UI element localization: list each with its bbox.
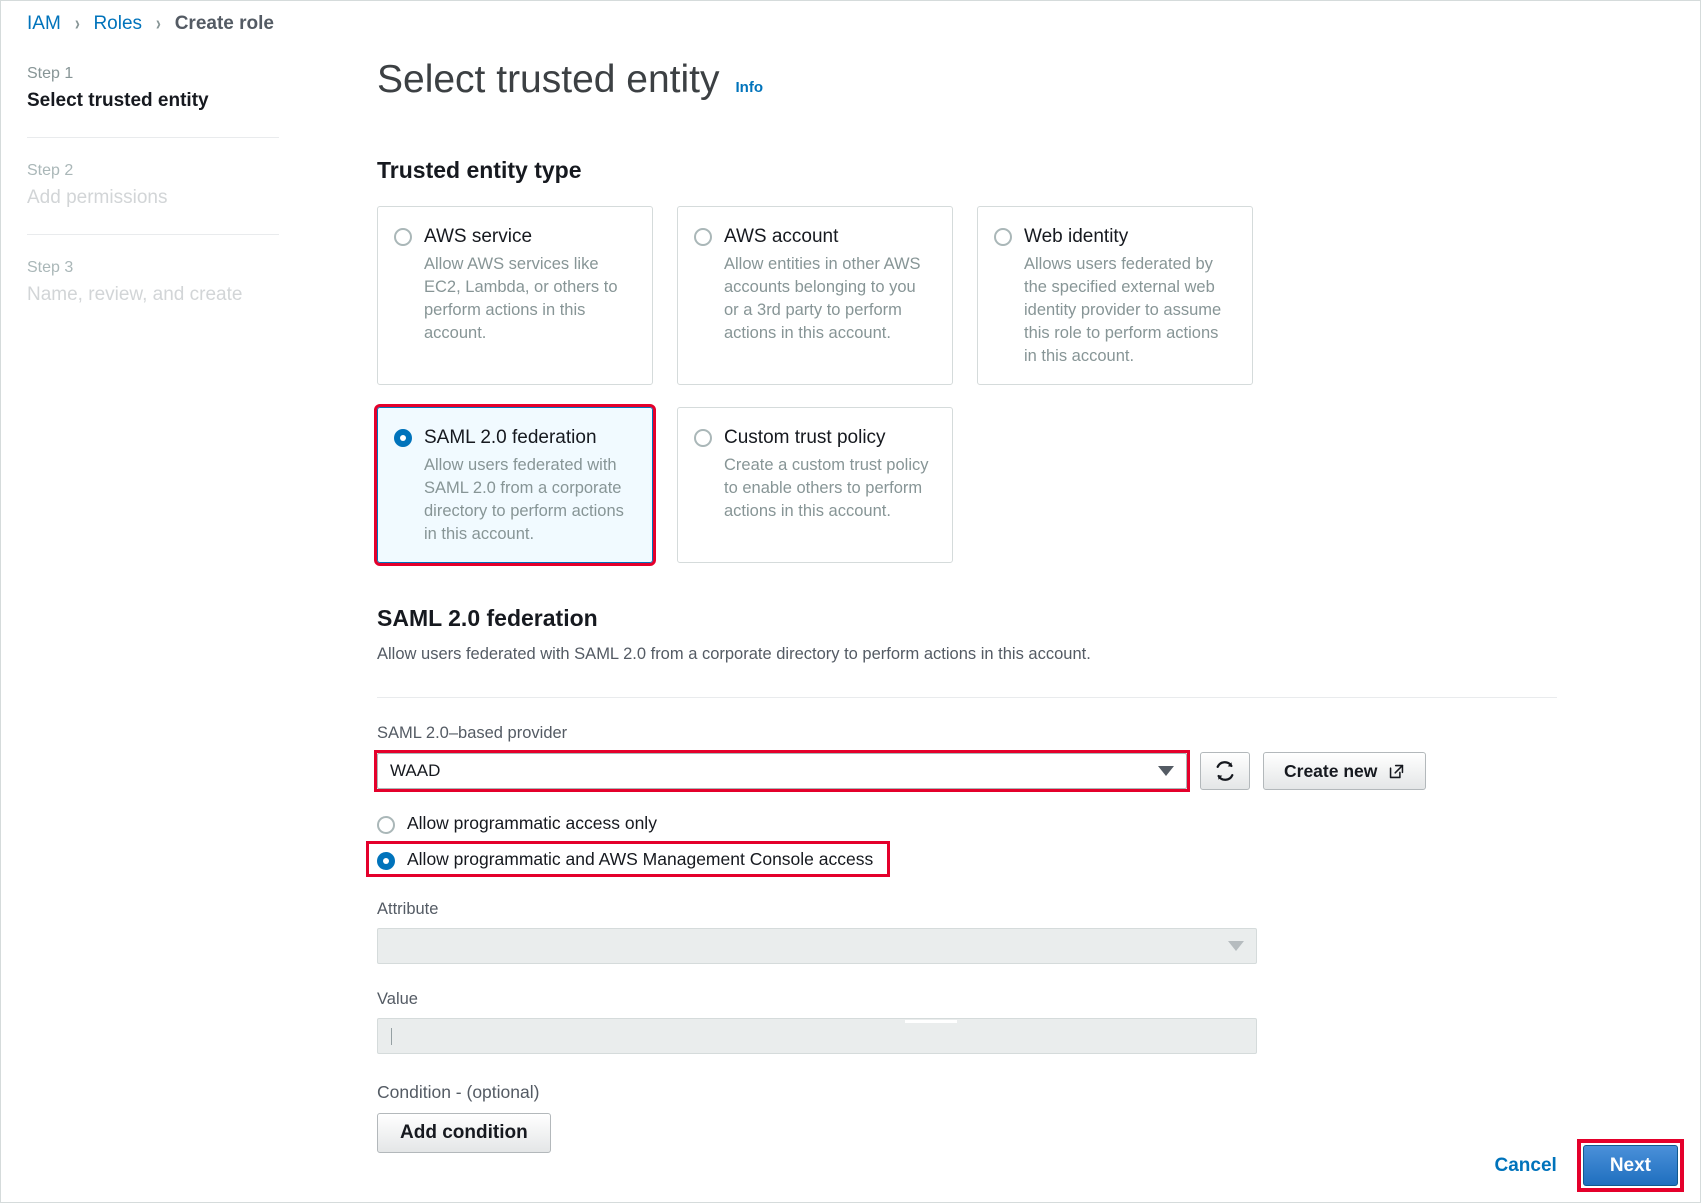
option-desc-web-identity: Allows users federated by the specified … xyxy=(1024,255,1222,365)
access-option-programmatic-only[interactable]: Allow programmatic access only xyxy=(377,808,1657,838)
condition-field-label: Condition - (optional) xyxy=(377,1082,540,1102)
sidebar-step-1[interactable]: Step 1 Select trusted entity xyxy=(27,63,279,113)
option-label-aws-service: AWS service xyxy=(424,226,533,247)
chevron-down-icon xyxy=(1228,941,1244,951)
provider-select-row: WAAD Create new xyxy=(374,750,1657,792)
option-card-custom-trust-policy[interactable]: Custom trust policy Create a custom trus… xyxy=(677,407,953,563)
steps-sidebar: Step 1 Select trusted entity Step 2 Add … xyxy=(27,63,279,307)
option-desc-aws-account: Allow entities in other AWS accounts bel… xyxy=(724,255,921,342)
input-notch xyxy=(905,1020,957,1023)
trusted-entity-cards-row-2: SAML 2.0 federation Allow users federate… xyxy=(374,404,1657,566)
step-1-title: Select trusted entity xyxy=(27,90,209,111)
wizard-footer: Cancel Next xyxy=(1491,1139,1685,1192)
add-condition-button[interactable]: Add condition xyxy=(377,1113,551,1153)
radio-aws-account[interactable] xyxy=(694,228,712,246)
create-new-provider-button[interactable]: Create new xyxy=(1263,752,1427,790)
value-input[interactable] xyxy=(377,1018,1257,1054)
saml-federation-heading: SAML 2.0 federation xyxy=(377,605,598,631)
provider-field-label: SAML 2.0–based provider xyxy=(377,724,568,742)
access-label-programmatic-only: Allow programmatic access only xyxy=(407,812,657,833)
breadcrumb-separator-icon: › xyxy=(155,13,161,35)
access-label-programmatic-and-console: Allow programmatic and AWS Management Co… xyxy=(407,848,874,869)
step-divider xyxy=(27,234,279,235)
option-card-aws-service[interactable]: AWS service Allow AWS services like EC2,… xyxy=(377,206,653,385)
section-divider xyxy=(377,697,1557,698)
step-2-title: Add permissions xyxy=(27,187,168,208)
option-desc-custom-trust-policy: Create a custom trust policy to enable o… xyxy=(724,456,929,520)
sidebar-step-3: Step 3 Name, review, and create xyxy=(27,257,279,307)
option-card-saml-federation[interactable]: SAML 2.0 federation Allow users federate… xyxy=(374,404,656,566)
access-options-group: Allow programmatic access only Allow pro… xyxy=(366,808,1657,877)
main-content: Select trusted entity Info Trusted entit… xyxy=(366,56,1657,1153)
provider-select-value: WAAD xyxy=(390,761,441,780)
breadcrumb: IAM › Roles › Create role xyxy=(27,11,274,37)
radio-saml-federation[interactable] xyxy=(394,429,412,447)
provider-select[interactable]: WAAD xyxy=(377,753,1187,789)
chevron-down-icon xyxy=(1158,766,1174,776)
radio-aws-service[interactable] xyxy=(394,228,412,246)
attribute-field-label: Attribute xyxy=(377,900,439,918)
next-button[interactable]: Next xyxy=(1582,1145,1678,1186)
step-2-number: Step 2 xyxy=(27,162,74,179)
access-option-programmatic-and-console[interactable]: Allow programmatic and AWS Management Co… xyxy=(366,841,890,877)
step-divider xyxy=(27,137,279,138)
option-label-saml-federation: SAML 2.0 federation xyxy=(424,427,597,448)
breadcrumb-separator-icon: › xyxy=(74,13,80,35)
add-condition-label: Add condition xyxy=(400,1122,528,1143)
option-card-web-identity[interactable]: Web identity Allows users federated by t… xyxy=(977,206,1253,385)
page-title-text: Select trusted entity xyxy=(377,58,720,101)
step-3-number: Step 3 xyxy=(27,259,74,276)
provider-select-wrapper: WAAD xyxy=(374,750,1190,792)
step-3-title: Name, review, and create xyxy=(27,284,243,305)
refresh-icon xyxy=(1216,761,1234,781)
option-desc-aws-service: Allow AWS services like EC2, Lambda, or … xyxy=(424,255,618,342)
breadcrumb-item-create-role: Create role xyxy=(174,13,274,34)
radio-programmatic-and-console[interactable] xyxy=(377,851,395,870)
radio-programmatic-only[interactable] xyxy=(377,815,395,834)
attribute-select[interactable] xyxy=(377,928,1257,964)
saml-federation-section: SAML 2.0 federation Allow users federate… xyxy=(366,605,1657,1153)
value-field-label: Value xyxy=(377,990,418,1008)
radio-web-identity[interactable] xyxy=(994,228,1012,246)
sidebar-step-2: Step 2 Add permissions xyxy=(27,160,279,210)
option-label-web-identity: Web identity xyxy=(1024,226,1129,247)
step-1-number: Step 1 xyxy=(27,65,74,82)
breadcrumb-item-iam[interactable]: IAM xyxy=(27,13,61,35)
next-button-wrapper: Next xyxy=(1576,1139,1685,1192)
breadcrumb-item-roles[interactable]: Roles xyxy=(93,13,142,35)
page-title: Select trusted entity Info xyxy=(377,56,1657,112)
trusted-entity-type-heading: Trusted entity type xyxy=(377,157,582,183)
option-label-aws-account: AWS account xyxy=(724,226,839,247)
info-link[interactable]: Info xyxy=(736,64,764,112)
refresh-providers-button[interactable] xyxy=(1200,752,1250,790)
cancel-button[interactable]: Cancel xyxy=(1491,1149,1561,1183)
external-link-icon xyxy=(1390,764,1404,778)
text-cursor xyxy=(391,1027,392,1045)
radio-custom-trust-policy[interactable] xyxy=(694,429,712,447)
trusted-entity-cards-row-1: AWS service Allow AWS services like EC2,… xyxy=(377,206,1657,385)
create-new-label: Create new xyxy=(1284,760,1378,781)
saml-federation-description: Allow users federated with SAML 2.0 from… xyxy=(377,645,1091,663)
option-label-custom-trust-policy: Custom trust policy xyxy=(724,427,886,448)
create-role-page: IAM › Roles › Create role Step 1 Select … xyxy=(0,0,1701,1203)
option-card-aws-account[interactable]: AWS account Allow entities in other AWS … xyxy=(677,206,953,385)
option-desc-saml-federation: Allow users federated with SAML 2.0 from… xyxy=(424,456,624,543)
